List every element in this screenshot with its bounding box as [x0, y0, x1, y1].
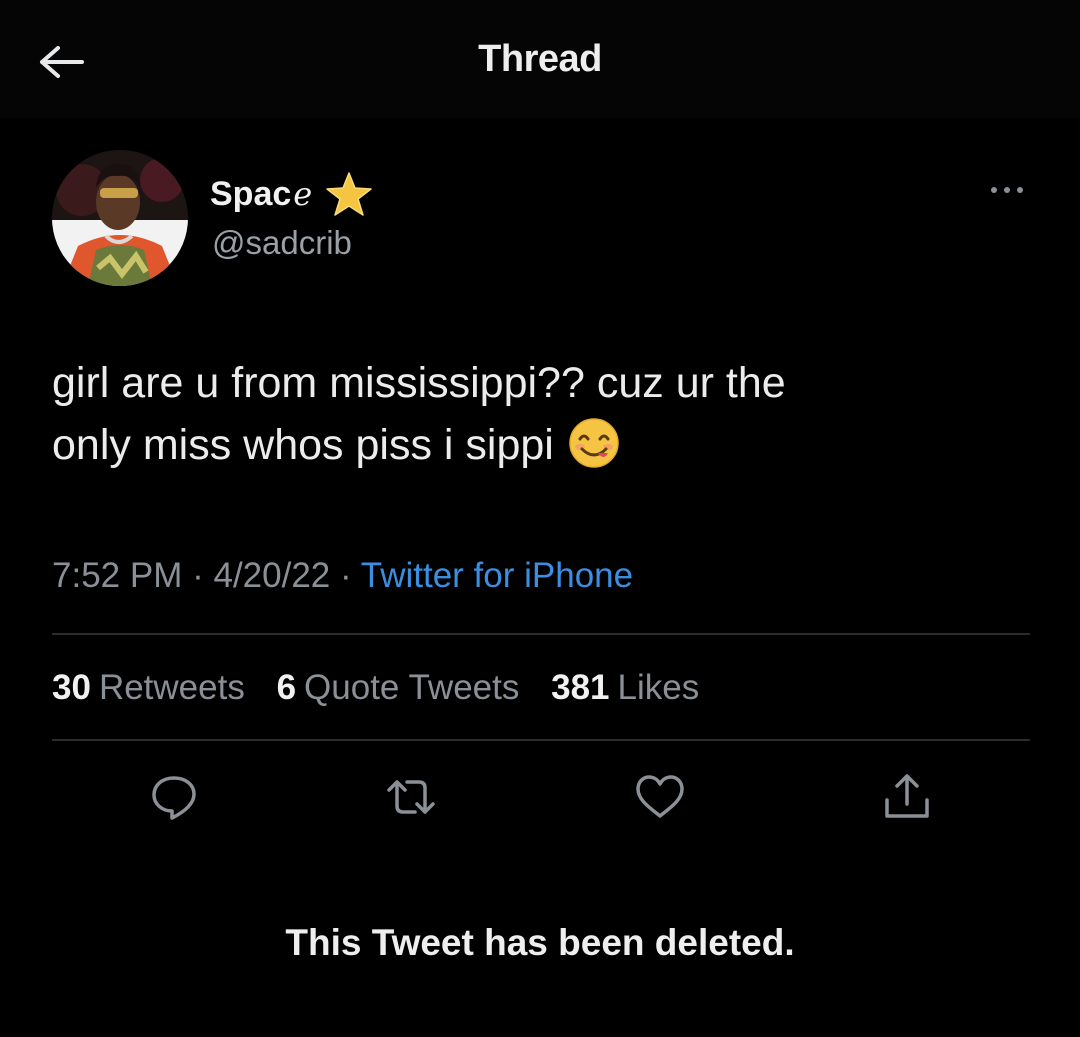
tweet-text: girl are u from mississippi?? cuz ur the… [52, 352, 1012, 476]
display-name-text: Spac [210, 174, 292, 213]
divider [52, 739, 1030, 741]
user-handle[interactable]: @sadcrib [212, 224, 352, 262]
quote-tweets-count: 6 [276, 668, 297, 707]
divider [52, 633, 1030, 635]
quote-tweets-label: Quote Tweets [304, 668, 520, 707]
separator: · [340, 556, 352, 595]
star-icon [326, 172, 372, 216]
like-icon [636, 775, 684, 818]
separator: · [192, 556, 204, 595]
display-name-tail: e [293, 175, 313, 213]
more-icon [991, 187, 1023, 193]
like-button[interactable] [632, 770, 688, 824]
tweet-source-link[interactable]: Twitter for iPhone [361, 556, 633, 595]
more-options-button[interactable] [982, 178, 1032, 202]
retweets-count: 30 [52, 668, 91, 707]
quote-tweets-stat[interactable]: 6 Quote Tweets [277, 668, 520, 707]
likes-label: Likes [617, 668, 700, 707]
tweet-stats: 30 Retweets 6 Quote Tweets 381 Likes [52, 668, 721, 708]
reply-icon [152, 776, 196, 820]
likes-count: 381 [551, 668, 610, 707]
tweet-time: 7:52 PM [52, 556, 183, 595]
likes-stat[interactable]: 381 Likes [551, 668, 699, 707]
tweet-text-line-1: girl are u from mississippi?? cuz ur the [52, 359, 786, 407]
reply-button[interactable] [146, 770, 202, 824]
share-button[interactable] [879, 770, 935, 824]
tweet-text-line-2: only miss whos piss i sippi [52, 421, 554, 469]
avatar-image [52, 150, 188, 286]
share-icon [885, 774, 929, 818]
display-name[interactable]: Spac e [210, 170, 374, 218]
avatar[interactable] [52, 150, 188, 286]
tweet-timestamp: 7:52 PM · 4/20/22 · Twitter for iPhone [52, 556, 633, 596]
deleted-tweet-notice: This Tweet has been deleted. [285, 922, 795, 963]
retweet-button[interactable] [383, 770, 439, 824]
smiling-face-savoring-food-emoji [569, 417, 619, 468]
top-bar: Thread [0, 0, 1080, 118]
thread-page: Thread Spac e @sadcrib girl are u from m… [0, 0, 1080, 1037]
tweet-text-line-2-wrap: only miss whos piss i sippi [52, 414, 1012, 476]
tweet-date: 4/20/22 [213, 556, 331, 595]
retweet-icon [387, 780, 435, 814]
retweets-label: Retweets [98, 668, 245, 707]
retweets-stat[interactable]: 30 Retweets [52, 668, 245, 707]
page-title: Thread [478, 38, 602, 80]
